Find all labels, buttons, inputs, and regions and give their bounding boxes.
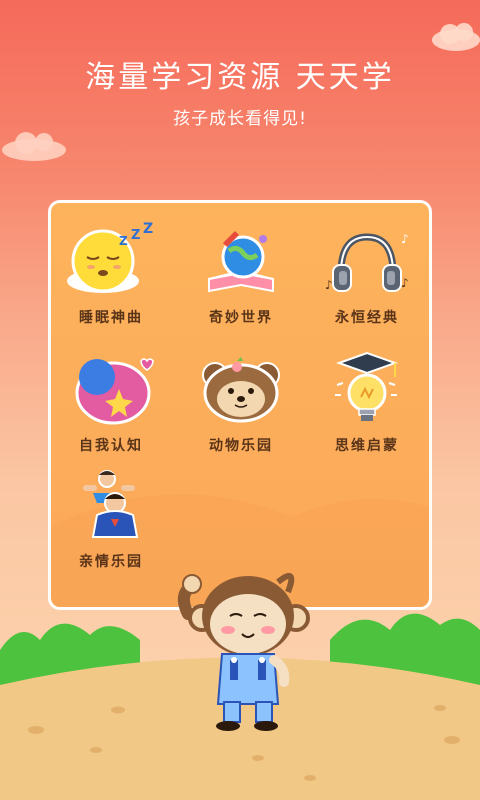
category-item-eternal-classics[interactable]: ♪ ♪ ♪ 永恒经典 [307,221,427,327]
category-item-family-park[interactable]: 亲情乐园 [51,465,171,571]
category-label: 思维启蒙 [335,438,399,454]
svg-text:Z: Z [131,228,140,243]
category-label: 自我认知 [79,438,143,454]
category-label: 永恒经典 [335,310,399,326]
category-label: 亲情乐园 [79,554,143,570]
category-item-thinking-enlightenment[interactable]: 思维启蒙 [307,349,427,455]
family-icon [83,470,139,538]
category-panel: Z Z Z 睡眠神曲 奇妙世界 ♪ ♪ ♪ 永恒经典 自我认知 动物乐园 思维启… [48,200,432,610]
monkey-mascot-icon [177,573,310,731]
hero-subtitle: 孩子成长看得见! [173,109,307,129]
svg-text:♪: ♪ [401,276,409,290]
svg-text:Z: Z [143,221,153,237]
sleeping-moon-icon: Z Z Z [67,221,153,293]
cloud-decoration-left [2,132,66,161]
headphones-icon: ♪ ♪ ♪ [325,232,409,292]
category-item-sleep-songs[interactable]: Z Z Z 睡眠神曲 [51,221,171,327]
category-item-self-awareness[interactable]: 自我认知 [51,349,171,455]
hero-title: 海量学习资源 天天学 [85,60,395,95]
colorful-blob-icon [75,358,154,425]
svg-text:Z: Z [119,234,128,248]
svg-text:♪: ♪ [325,278,333,292]
category-label: 奇妙世界 [209,310,273,326]
lightbulb-graduation-icon [335,351,398,421]
svg-text:♪: ♪ [401,232,409,246]
cloud-decoration-right [432,23,480,51]
category-item-wonder-world[interactable]: 奇妙世界 [181,221,301,327]
category-label: 睡眠神曲 [79,310,143,326]
category-item-animal-park[interactable]: 动物乐园 [181,349,301,455]
category-label: 动物乐园 [209,438,273,454]
bear-face-icon [202,357,280,423]
globe-rocket-book-icon [208,231,274,293]
